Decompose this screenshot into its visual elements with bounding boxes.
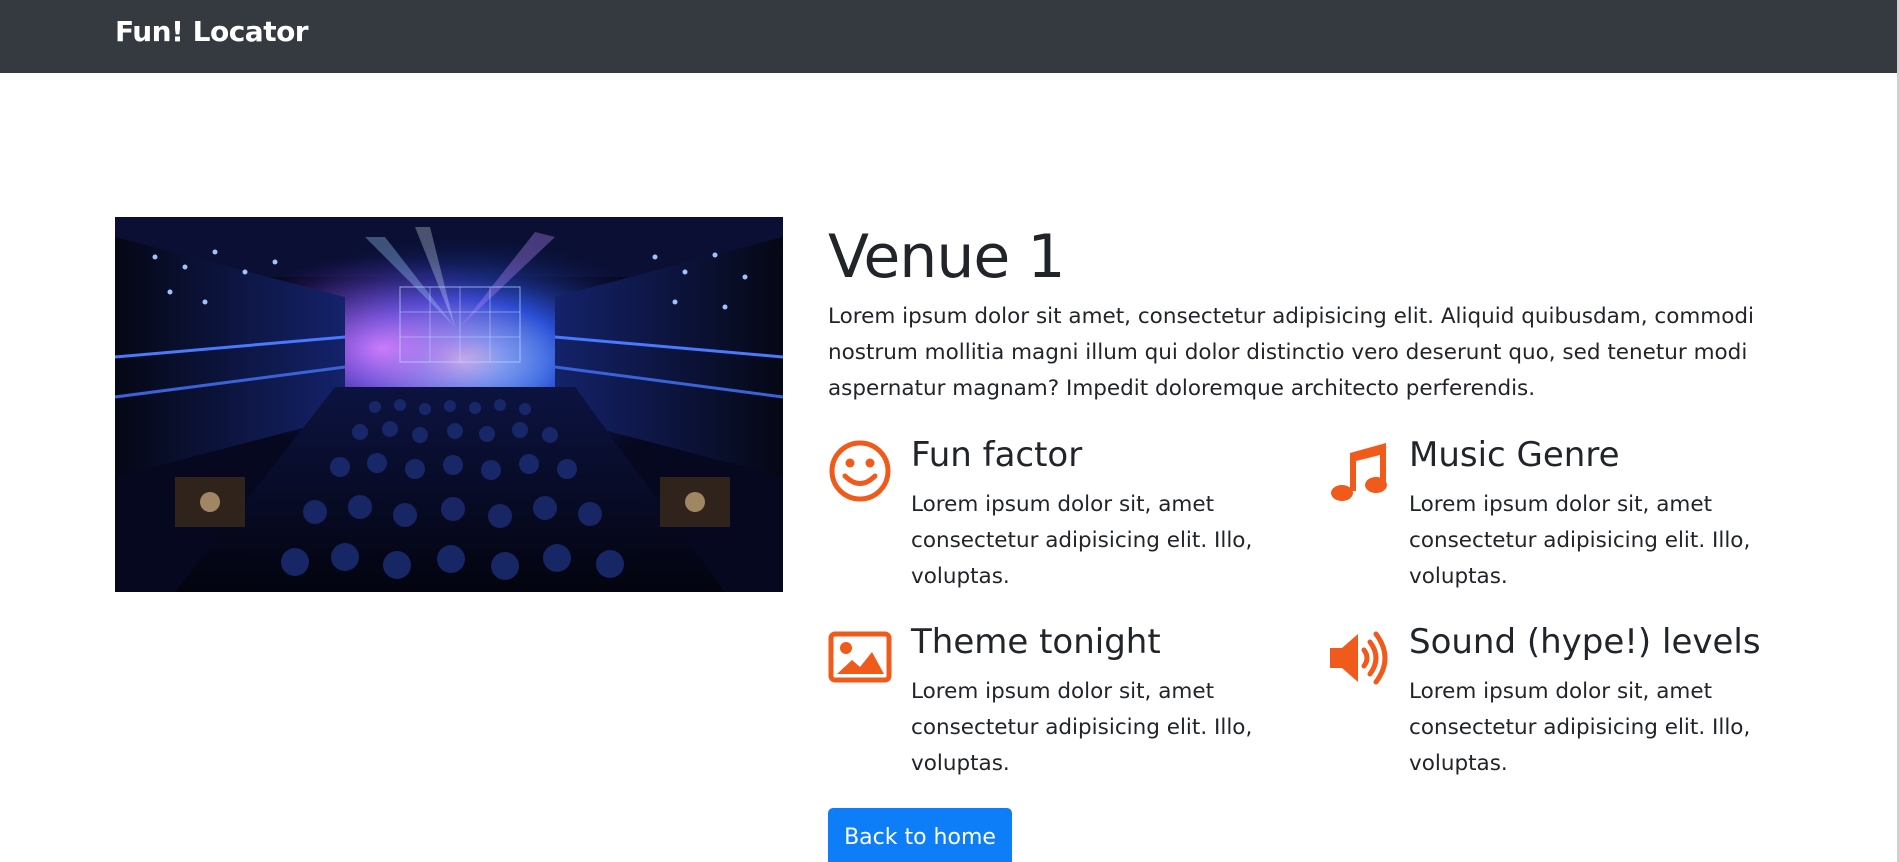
feature-title: Music Genre (1409, 435, 1620, 475)
image-icon (828, 626, 892, 690)
feature-title: Sound (hype!) levels (1409, 622, 1761, 662)
volume-up-icon (1326, 626, 1390, 690)
venue-content: Venue 1 Lorem ipsum dolor sit amet, cons… (828, 217, 1768, 407)
navbar: Fun! Locator (0, 0, 1899, 73)
page-title: Venue 1 (828, 222, 1066, 292)
music-note-icon (1326, 439, 1390, 503)
feature-text: Lorem ipsum dolor sit, amet consectetur … (1409, 679, 1751, 776)
smile-icon (828, 439, 892, 503)
back-to-home-button[interactable]: Back to home (828, 808, 1012, 862)
venue-image (115, 217, 783, 592)
venue-description: Lorem ipsum dolor sit amet, consectetur … (828, 304, 1755, 401)
feature-text: Lorem ipsum dolor sit, amet consectetur … (911, 679, 1253, 776)
feature-title: Theme tonight (911, 622, 1161, 662)
feature-text: Lorem ipsum dolor sit, amet consectetur … (1409, 492, 1751, 589)
feature-text: Lorem ipsum dolor sit, amet consectetur … (911, 492, 1253, 589)
brand-link[interactable]: Fun! Locator (115, 14, 309, 50)
page: Fun! Locator Venue 1 Lorem ipsum dolor s… (0, 0, 1899, 862)
feature-title: Fun factor (911, 435, 1083, 475)
